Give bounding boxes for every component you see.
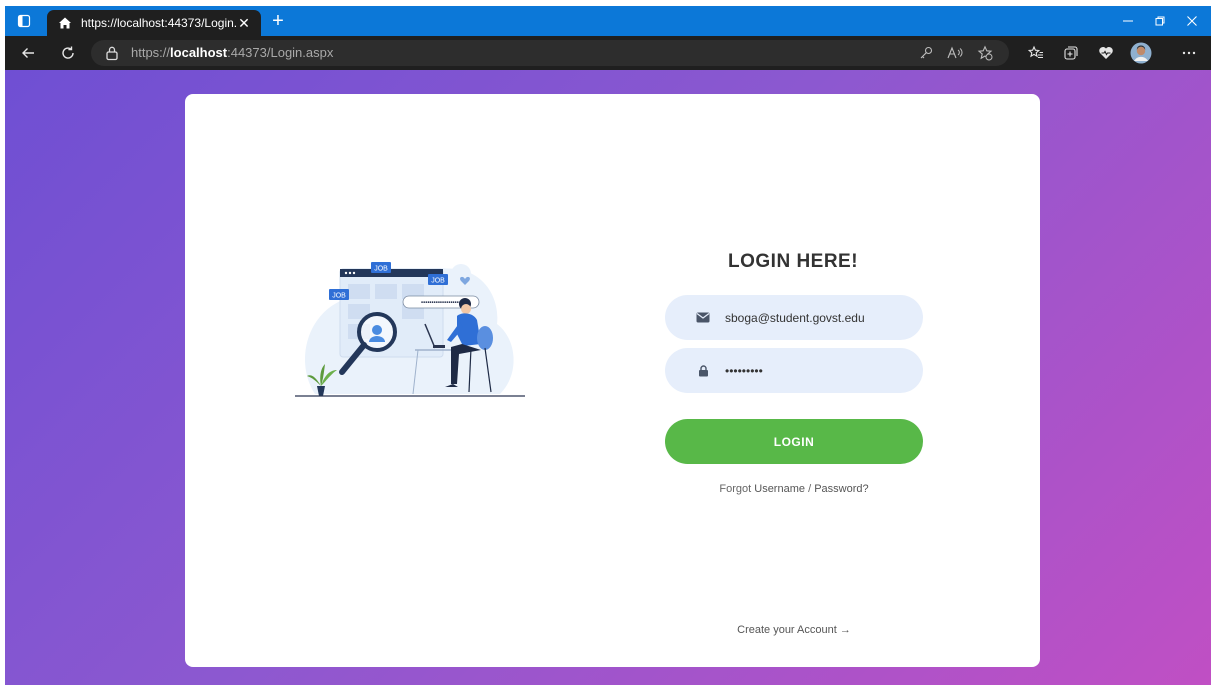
add-favorite-icon[interactable]: [976, 44, 994, 62]
forgot-separator: /: [808, 483, 812, 495]
login-heading: LOGIN HERE!: [728, 251, 859, 272]
email-input[interactable]: [723, 309, 907, 326]
address-bar-row: https://localhost:44373/Login.aspx: [5, 36, 1211, 70]
refresh-icon[interactable]: [55, 40, 81, 66]
browser-essentials-icon[interactable]: [1095, 42, 1117, 64]
job-tag-3: JOB: [431, 278, 445, 285]
key-icon[interactable]: [917, 44, 935, 62]
login-card: JOB JOB JOB ••••••••••••••••••• LOGIN HE…: [185, 94, 1040, 667]
url-text: https://localhost:44373/Login.aspx: [131, 45, 333, 60]
lock-icon[interactable]: [105, 45, 119, 66]
restore-icon[interactable]: [1145, 6, 1175, 36]
forgot-credentials: Forgot Username / Password?: [665, 483, 923, 495]
back-arrow-icon[interactable]: [15, 40, 41, 66]
close-window-icon[interactable]: [1177, 6, 1207, 36]
create-account-text: Create your Account: [737, 624, 837, 636]
page-background: JOB JOB JOB ••••••••••••••••••• LOGIN HE…: [5, 70, 1211, 685]
collections-icon[interactable]: [1060, 42, 1082, 64]
login-button[interactable]: LOGIN: [665, 419, 923, 464]
envelope-icon: [693, 308, 713, 328]
search-bar-dots: •••••••••••••••••••: [421, 301, 461, 307]
create-account-link[interactable]: Create your Account →: [665, 624, 923, 636]
url-rest: :44373/Login.aspx: [227, 45, 334, 60]
favorites-icon[interactable]: [1025, 42, 1047, 64]
job-search-illustration: JOB JOB JOB •••••••••••••••••••: [295, 262, 525, 397]
forgot-username-link[interactable]: Username: [754, 483, 805, 495]
browser-window: https://localhost:44373/Login.aspx ✕ + h…: [5, 6, 1211, 685]
browser-tab-active[interactable]: https://localhost:44373/Login.aspx ✕: [47, 10, 261, 36]
url-host: localhost: [170, 45, 228, 60]
new-tab-icon[interactable]: +: [267, 10, 289, 32]
password-field[interactable]: [665, 348, 923, 393]
tab-bar: https://localhost:44373/Login.aspx ✕ +: [5, 6, 1211, 36]
job-tag-2: JOB: [332, 293, 346, 300]
lock-icon: [693, 361, 713, 381]
plant-icon: [317, 386, 325, 396]
home-icon: [57, 15, 73, 31]
email-field[interactable]: [665, 295, 923, 340]
close-tab-icon[interactable]: ✕: [235, 14, 253, 32]
read-aloud-icon[interactable]: [946, 44, 964, 62]
tab-title: https://localhost:44373/Login.aspx: [81, 16, 237, 30]
url-scheme: https://: [131, 45, 171, 60]
arrow-right-icon: →: [839, 624, 851, 636]
forgot-password-link[interactable]: Password?: [814, 483, 868, 495]
job-tag-1: JOB: [374, 266, 388, 273]
forgot-prefix: Forgot: [719, 483, 752, 495]
minimize-icon[interactable]: [1113, 6, 1143, 36]
tab-actions-icon[interactable]: [9, 6, 39, 36]
url-field[interactable]: https://localhost:44373/Login.aspx: [91, 40, 1009, 66]
more-options-icon[interactable]: [1178, 42, 1200, 64]
profile-avatar[interactable]: [1130, 42, 1152, 64]
password-input[interactable]: [723, 362, 907, 379]
